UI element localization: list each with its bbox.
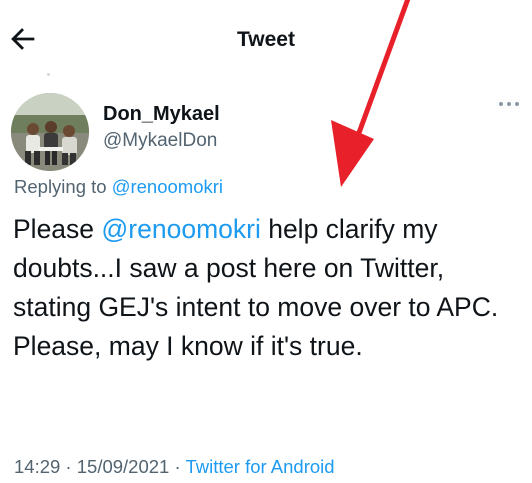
meta-separator: · (169, 456, 186, 477)
more-options-icon[interactable] (496, 97, 522, 111)
tweet-date[interactable]: 15/09/2021 (77, 456, 170, 477)
thread-connector-dot (47, 73, 50, 76)
replying-to-label: Replying to (14, 176, 112, 197)
tweet-meta: 14:29 · 15/09/2021 · Twitter for Android (14, 456, 335, 478)
meta-separator: · (60, 456, 77, 477)
page-title: Tweet (237, 28, 295, 51)
avatar[interactable] (11, 93, 89, 171)
avatar-photo (11, 93, 89, 171)
tweet-text-start: Please (13, 214, 102, 244)
tweet-text: Please @renoomokri help clarify my doubt… (13, 210, 523, 366)
tweet-header: Tweet (0, 0, 532, 80)
replying-to: Replying to @renoomokri (14, 176, 223, 198)
author-name[interactable]: Don_Mykael (103, 103, 220, 126)
replying-to-mention-link[interactable]: @renoomokri (112, 176, 223, 197)
tweet-mention-link[interactable]: @renoomokri (101, 214, 260, 244)
author-handle: @MykaelDon (103, 130, 218, 151)
tweet-time[interactable]: 14:29 (14, 456, 60, 477)
tweet-source-link[interactable]: Twitter for Android (185, 456, 334, 477)
